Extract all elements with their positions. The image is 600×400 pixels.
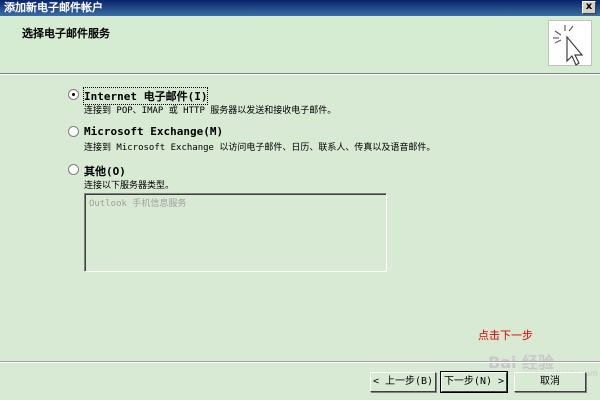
dialog-content: Internet 电子邮件(I) 连接到 POP、IMAP 或 HTTP 服务器… — [0, 75, 600, 400]
option-internet-email-label[interactable]: Internet 电子邮件(I) — [82, 87, 209, 105]
annotation-text: 点击下一步 — [478, 329, 533, 342]
divider — [0, 361, 600, 363]
option-internet-email-description: 连接到 POP、IMAP 或 HTTP 服务器以发送和接收电子邮件。 — [84, 106, 337, 116]
back-button[interactable]: < 上一步(B) — [370, 372, 436, 392]
option-other-label[interactable]: 其他(O) — [84, 163, 126, 179]
option-exchange-description: 连接到 Microsoft Exchange 以访问电子邮件、日历、联系人、传真… — [84, 143, 436, 153]
radio-other[interactable] — [68, 164, 79, 175]
option-other-description: 连接以下服务器类型。 — [84, 181, 175, 191]
option-exchange-label[interactable]: Microsoft Exchange(M) — [84, 125, 223, 138]
radio-exchange[interactable] — [68, 126, 79, 137]
header-banner: 选择电子邮件服务 — [0, 16, 600, 74]
close-button[interactable]: x — [582, 1, 596, 14]
cursor-sparkle-icon — [548, 20, 592, 66]
radio-internet-email[interactable] — [68, 89, 79, 100]
page-title: 选择电子邮件服务 — [22, 27, 110, 40]
server-type-list[interactable]: Outlook 手机信息服务 — [84, 193, 387, 272]
close-icon: x — [585, 1, 593, 12]
list-item[interactable]: Outlook 手机信息服务 — [89, 196, 186, 209]
window-title: 添加新电子邮件帐户 — [4, 1, 103, 14]
window-titlebar: 添加新电子邮件帐户 x — [0, 0, 600, 16]
next-button[interactable]: 下一步(N) > — [440, 371, 508, 393]
cancel-button[interactable]: 取消 — [514, 372, 586, 392]
